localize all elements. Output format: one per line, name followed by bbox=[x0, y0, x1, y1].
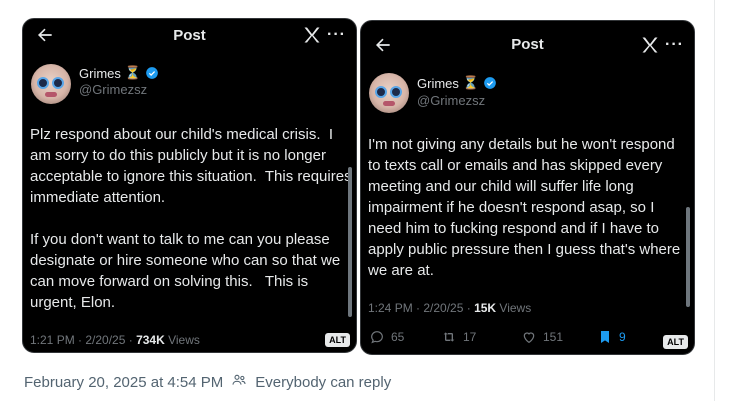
post-meta: 1:21 PM · 2/20/25 · 734K Views bbox=[30, 333, 200, 347]
reply-setting: Everybody can reply bbox=[255, 373, 392, 391]
alt-badge[interactable]: ALT bbox=[325, 333, 350, 347]
author-name[interactable]: Grimes bbox=[417, 76, 459, 91]
hourglass-icon: ⏳ bbox=[124, 65, 142, 80]
avatar[interactable] bbox=[369, 73, 409, 113]
post-meta: 1:24 PM · 2/20/25 · 15K Views bbox=[368, 301, 531, 315]
action-bar: 65 17 151 9 bbox=[369, 329, 626, 345]
repost-button[interactable]: 17 bbox=[441, 329, 521, 345]
like-count: 151 bbox=[543, 330, 564, 344]
post-footer: February 20, 2025 at 4:54 PM Everybody c… bbox=[24, 372, 391, 392]
repost-count: 17 bbox=[463, 330, 477, 344]
avatar-lips bbox=[383, 101, 395, 106]
like-icon bbox=[523, 332, 535, 344]
card-header: Post ··· bbox=[361, 27, 694, 61]
card-header: Post ··· bbox=[23, 19, 356, 51]
screenshot-card-right[interactable]: Post ··· Grimes ⏳ @Grimezsz I'm not givi… bbox=[360, 20, 695, 355]
bookmark-button[interactable]: 9 bbox=[597, 329, 626, 345]
author-handle[interactable]: @Grimezsz bbox=[79, 82, 147, 97]
verified-badge-icon bbox=[484, 77, 496, 89]
view-count: 734K bbox=[136, 333, 165, 347]
views-label: Views bbox=[164, 333, 200, 347]
post-timestamp[interactable]: February 20, 2025 at 4:54 PM bbox=[24, 374, 223, 391]
author-name-line[interactable]: Grimes ⏳ bbox=[79, 65, 159, 81]
scrollbar[interactable] bbox=[348, 167, 352, 317]
bookmark-count: 9 bbox=[619, 330, 626, 344]
scrollbar[interactable] bbox=[686, 207, 690, 307]
avatar-eye-right bbox=[390, 86, 402, 98]
header-title: Post bbox=[511, 35, 544, 53]
avatar-lips bbox=[45, 92, 57, 97]
post-time[interactable]: 1:24 PM · 2/20/25 · bbox=[368, 301, 474, 315]
more-icon[interactable]: ··· bbox=[665, 35, 684, 55]
reply-button[interactable]: 65 bbox=[369, 329, 441, 345]
reply-count: 65 bbox=[391, 330, 405, 344]
avatar[interactable] bbox=[31, 64, 71, 104]
alt-badge[interactable]: ALT bbox=[663, 335, 688, 349]
avatar-eye-left bbox=[375, 86, 387, 98]
screenshot-card-left[interactable]: Post ··· Grimes ⏳ @Grimezsz Plz respond … bbox=[22, 18, 357, 353]
post-text: Plz respond about our child's medical cr… bbox=[30, 126, 352, 311]
view-count: 15K bbox=[474, 301, 497, 315]
back-arrow-icon[interactable] bbox=[35, 25, 55, 45]
author-name[interactable]: Grimes bbox=[79, 66, 121, 81]
author-name-line[interactable]: Grimes ⏳ bbox=[417, 75, 497, 91]
author-handle[interactable]: @Grimezsz bbox=[417, 93, 485, 108]
more-icon[interactable]: ··· bbox=[327, 25, 346, 45]
post-text: I'm not giving any details but he won't … bbox=[368, 136, 685, 279]
reply-icon bbox=[371, 331, 383, 344]
avatar-eye-right bbox=[52, 77, 64, 89]
header-title: Post bbox=[173, 26, 206, 44]
back-arrow-icon[interactable] bbox=[373, 35, 393, 55]
hourglass-icon: ⏳ bbox=[462, 75, 480, 90]
people-icon bbox=[231, 372, 247, 392]
x-logo-icon bbox=[642, 37, 658, 53]
avatar-eye-left bbox=[37, 77, 49, 89]
x-logo-icon bbox=[304, 27, 320, 43]
repost-icon bbox=[443, 332, 455, 342]
bookmark-icon bbox=[601, 331, 609, 343]
verified-badge-icon bbox=[146, 67, 158, 79]
views-label: Views bbox=[496, 301, 532, 315]
post-time[interactable]: 1:21 PM · 2/20/25 · bbox=[30, 333, 136, 347]
like-button[interactable]: 151 bbox=[521, 329, 597, 345]
